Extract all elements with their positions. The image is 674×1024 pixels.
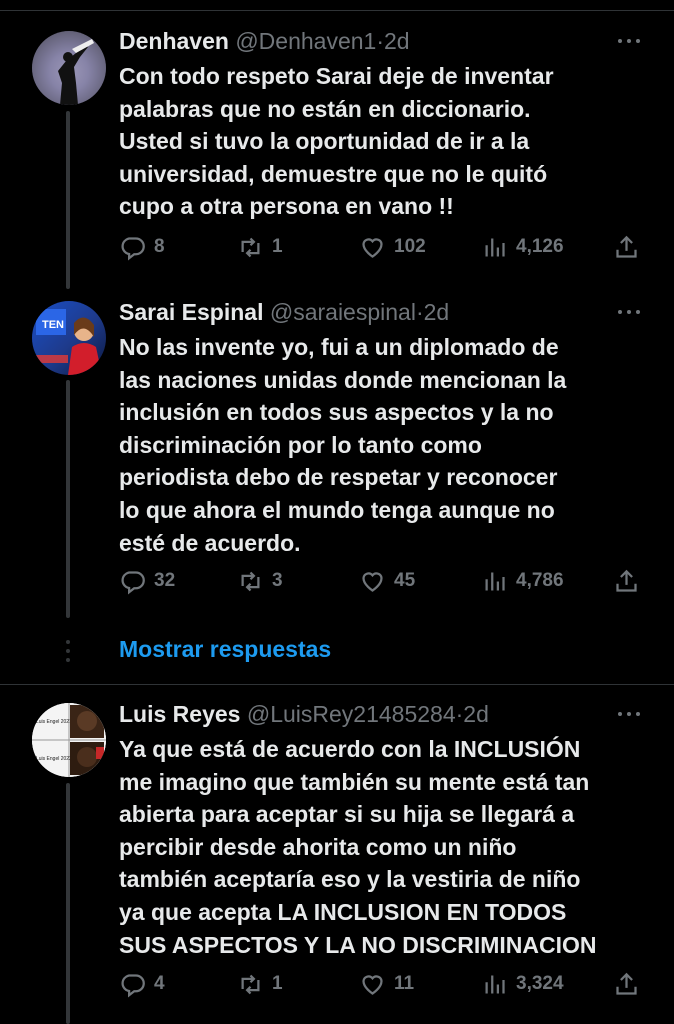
view-count: 4,786 bbox=[516, 570, 564, 591]
avatar-logo-text: TEN bbox=[42, 319, 64, 331]
tweet-header: Luis Reyes @LuisRey21485284·2d bbox=[119, 697, 654, 731]
retweet-count: 1 bbox=[272, 973, 283, 994]
avatar-caption-top: Luis Engel 2021 bbox=[36, 719, 72, 725]
tweet-actions: 8 1 102 4,126 bbox=[119, 230, 649, 264]
reply-button[interactable]: 4 bbox=[119, 967, 165, 1001]
tweet-text: Ya que está de acuerdo con la INCLUSIÓN … bbox=[119, 736, 597, 958]
like-button[interactable]: 102 bbox=[359, 230, 426, 264]
separator-dot: · bbox=[415, 299, 424, 325]
tweet-header: Denhaven @Denhaven1·2d bbox=[119, 24, 654, 58]
share-button[interactable] bbox=[613, 230, 640, 264]
share-button[interactable] bbox=[613, 564, 640, 598]
author-name[interactable]: Sarai Espinal bbox=[119, 299, 263, 325]
show-replies-row[interactable]: Mostrar respuestas bbox=[0, 628, 674, 685]
retweet-button[interactable]: 3 bbox=[237, 564, 283, 598]
author-handle[interactable]: @Denhaven1 bbox=[235, 28, 376, 54]
share-icon bbox=[616, 569, 637, 592]
thread-line bbox=[66, 783, 70, 1024]
show-replies-link[interactable]: Mostrar respuestas bbox=[119, 636, 331, 663]
like-count: 11 bbox=[394, 973, 415, 994]
views-chart-icon bbox=[485, 572, 505, 590]
more-options-icon[interactable] bbox=[616, 295, 642, 329]
retweet-button[interactable]: 1 bbox=[237, 230, 283, 264]
timestamp[interactable]: 2d bbox=[463, 701, 489, 727]
author-handle[interactable]: @saraiespinal bbox=[270, 299, 416, 325]
more-options-icon[interactable] bbox=[616, 24, 642, 58]
views-button[interactable]: 4,786 bbox=[481, 564, 564, 598]
reply-icon bbox=[121, 973, 145, 997]
like-count: 45 bbox=[394, 570, 416, 591]
reply-icon bbox=[121, 570, 145, 594]
retweet-icon bbox=[241, 571, 260, 591]
tweet-thread: Denhaven @Denhaven1·2d Con todo respeto … bbox=[0, 0, 674, 1024]
reply-count: 4 bbox=[154, 973, 165, 994]
tweet-text: No las invente yo, fui a un diplomado de… bbox=[119, 334, 567, 556]
views-button[interactable]: 3,324 bbox=[481, 967, 564, 1001]
view-count: 3,324 bbox=[516, 973, 564, 994]
reply-count: 32 bbox=[154, 570, 176, 591]
views-button[interactable]: 4,126 bbox=[481, 230, 564, 264]
author-name[interactable]: Denhaven bbox=[119, 28, 229, 54]
views-chart-icon bbox=[485, 238, 505, 256]
tweet-actions: 4 1 11 3,324 bbox=[119, 967, 649, 1001]
retweet-icon bbox=[241, 237, 260, 257]
tweet-text: Con todo respeto Sarai deje de inventar … bbox=[119, 63, 554, 220]
heart-icon bbox=[362, 571, 383, 592]
avatar[interactable]: TEN bbox=[32, 301, 106, 375]
avatar-meme-image: Luis Engel 2021 Luis Engel 2022 bbox=[32, 703, 106, 777]
heart-icon bbox=[362, 237, 383, 258]
retweet-count: 1 bbox=[272, 236, 283, 257]
tweet-actions: 32 3 45 4,786 bbox=[119, 564, 649, 598]
retweet-button[interactable]: 1 bbox=[237, 967, 283, 1001]
share-icon bbox=[616, 235, 637, 258]
reply-icon bbox=[121, 236, 145, 260]
heart-icon bbox=[362, 974, 383, 995]
avatar-caption-bottom: Luis Engel 2022 bbox=[36, 756, 72, 762]
retweet-icon bbox=[241, 974, 260, 994]
thread-line bbox=[66, 111, 70, 289]
share-button[interactable] bbox=[613, 967, 640, 1001]
like-button[interactable]: 11 bbox=[359, 967, 414, 1001]
thread-line bbox=[66, 380, 70, 618]
retweet-count: 3 bbox=[272, 570, 283, 591]
author-name[interactable]: Luis Reyes bbox=[119, 701, 240, 727]
reply-button[interactable]: 32 bbox=[119, 564, 175, 598]
top-divider bbox=[0, 0, 674, 11]
like-count: 102 bbox=[394, 236, 426, 257]
timestamp[interactable]: 2d bbox=[384, 28, 410, 54]
tweet-header: Sarai Espinal @saraiespinal·2d bbox=[119, 295, 654, 329]
views-chart-icon bbox=[485, 975, 505, 993]
share-icon bbox=[616, 972, 637, 995]
thread-dots bbox=[66, 640, 70, 666]
avatar[interactable] bbox=[32, 31, 106, 105]
avatar-photo-image: TEN bbox=[32, 309, 102, 375]
avatar-silhouette-image bbox=[32, 31, 106, 105]
like-button[interactable]: 45 bbox=[359, 564, 415, 598]
more-options-icon[interactable] bbox=[616, 697, 642, 731]
separator-dot: · bbox=[376, 28, 384, 54]
view-count: 4,126 bbox=[516, 236, 564, 257]
avatar[interactable]: Luis Engel 2021 Luis Engel 2022 bbox=[32, 703, 106, 777]
reply-count: 8 bbox=[154, 236, 165, 257]
timestamp[interactable]: 2d bbox=[424, 299, 450, 325]
author-handle[interactable]: @LuisRey21485284 bbox=[247, 701, 456, 727]
reply-button[interactable]: 8 bbox=[119, 230, 165, 264]
